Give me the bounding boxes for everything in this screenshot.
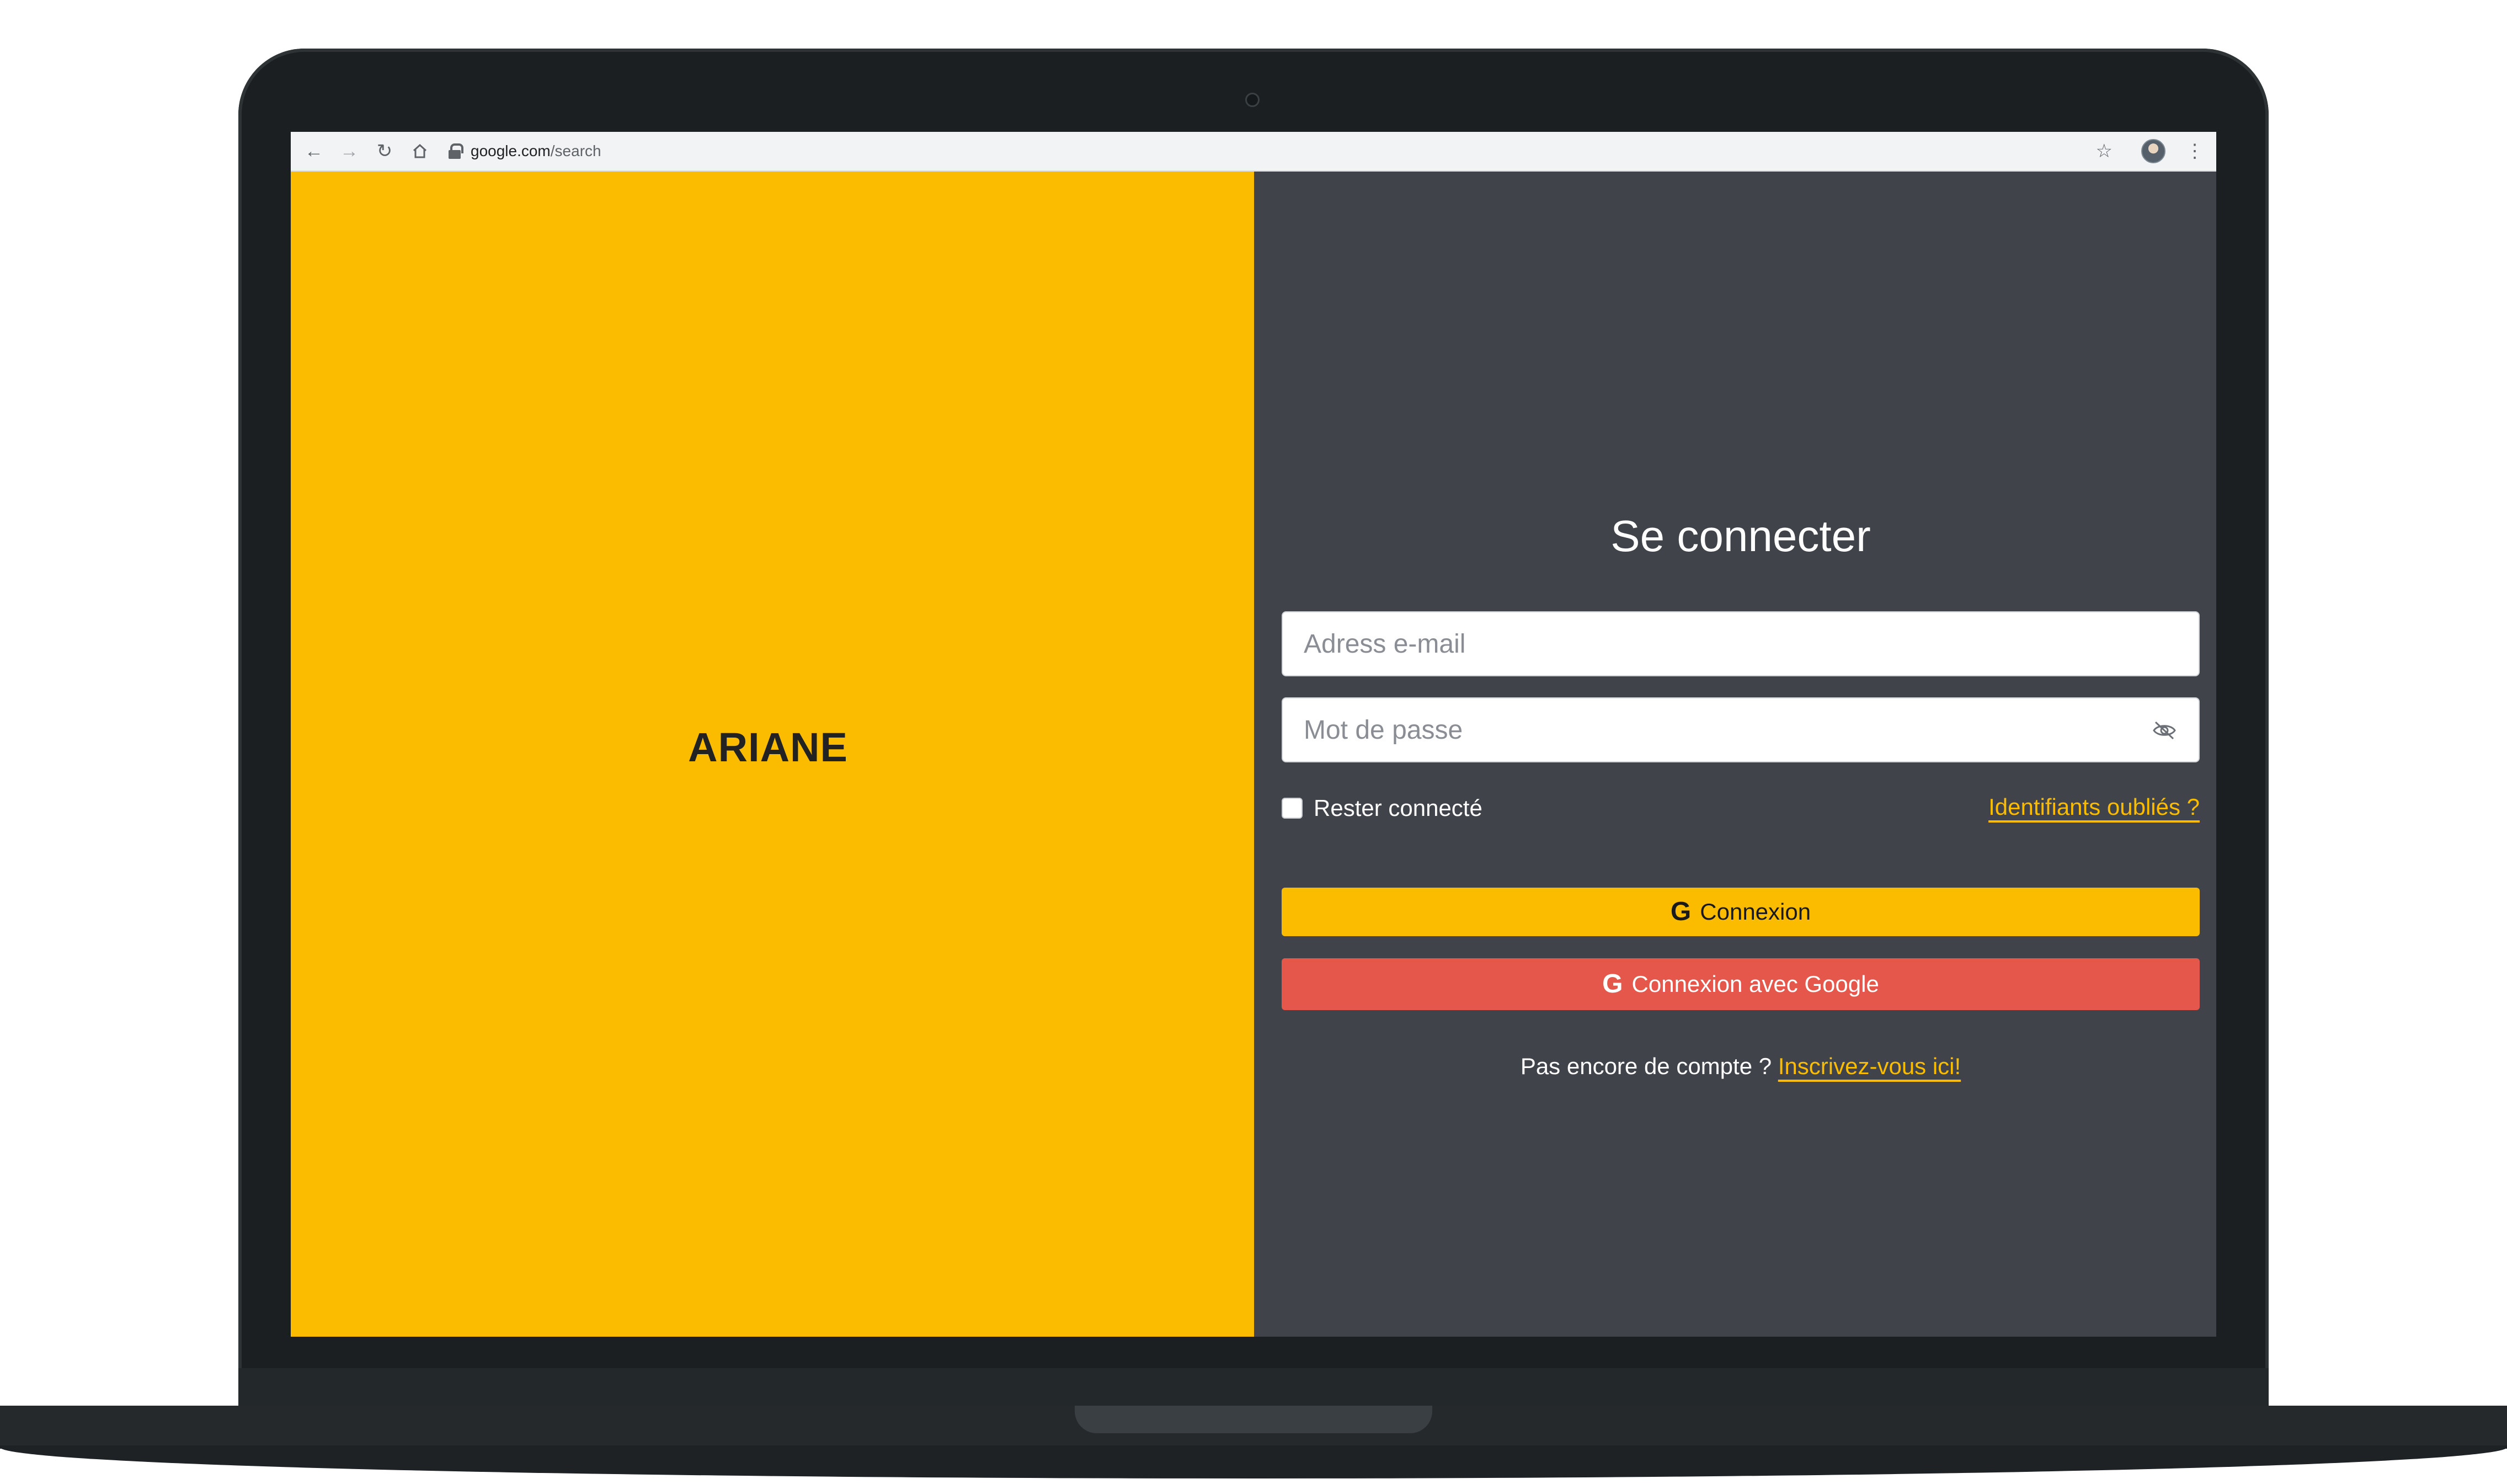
star-icon[interactable]: ☆ xyxy=(2096,140,2113,162)
password-input[interactable] xyxy=(1283,698,2199,761)
remember-checkbox[interactable] xyxy=(1282,798,1303,819)
url-path: /search xyxy=(550,142,601,159)
forgot-credentials-link[interactable]: Identifiants oubliés ? xyxy=(1988,794,2200,820)
email-field[interactable] xyxy=(1282,611,2200,676)
lock-icon xyxy=(449,143,463,159)
reload-icon[interactable]: ↻ xyxy=(367,134,402,169)
laptop-base-bottom xyxy=(0,1445,2507,1478)
login-panel: Se connecter Rester connecté Id xyxy=(1254,172,2216,1337)
signup-line: Pas encore de compte ? Inscrivez-vous ic… xyxy=(1282,1053,2200,1080)
login-title: Se connecter xyxy=(1610,511,1871,560)
google-g-icon: G xyxy=(1602,969,1623,999)
connect-button-label: Connexion xyxy=(1700,899,1811,925)
laptop-notch xyxy=(1075,1406,1432,1433)
laptop-mockup: ← → ↻ google.com/search ☆ ⋮ ARIANE Se co… xyxy=(0,0,2507,1484)
google-login-button[interactable]: G Connexion avec Google xyxy=(1282,958,2200,1010)
home-icon-shape xyxy=(413,143,427,158)
email-input[interactable] xyxy=(1283,612,2199,675)
remember-label: Rester connecté xyxy=(1314,795,1482,821)
google-g-icon: G xyxy=(1670,897,1692,926)
webcam xyxy=(1245,93,1260,107)
screen: ← → ↻ google.com/search ☆ ⋮ ARIANE Se co… xyxy=(291,132,2216,1337)
signup-link[interactable]: Inscrivez-vous ici! xyxy=(1778,1053,1961,1079)
toolbar-actions: ☆ ⋮ xyxy=(2096,139,2204,163)
connect-button[interactable]: G Connexion xyxy=(1282,888,2200,936)
brand-panel: ARIANE xyxy=(291,172,1254,1337)
browser-toolbar: ← → ↻ google.com/search ☆ ⋮ xyxy=(291,132,2216,172)
address-bar[interactable]: google.com/search xyxy=(449,142,601,160)
avatar[interactable] xyxy=(2141,139,2165,163)
brand-logo-text: ARIANE xyxy=(688,724,848,770)
nav-buttons: ← → ↻ xyxy=(296,134,438,169)
forward-arrow-icon[interactable]: → xyxy=(332,134,367,169)
url-host: google.com xyxy=(471,142,551,159)
kebab-menu-icon[interactable]: ⋮ xyxy=(2185,142,2204,161)
signup-prompt: Pas encore de compte ? xyxy=(1520,1053,1778,1079)
back-arrow-icon[interactable]: ← xyxy=(296,134,332,169)
google-button-label: Connexion avec Google xyxy=(1631,971,1879,997)
eye-slash-icon[interactable] xyxy=(2152,719,2177,741)
remember-me: Rester connecté xyxy=(1282,795,1482,821)
password-field[interactable] xyxy=(1282,697,2200,762)
laptop-chin xyxy=(238,1368,2269,1406)
home-icon[interactable] xyxy=(402,134,438,169)
